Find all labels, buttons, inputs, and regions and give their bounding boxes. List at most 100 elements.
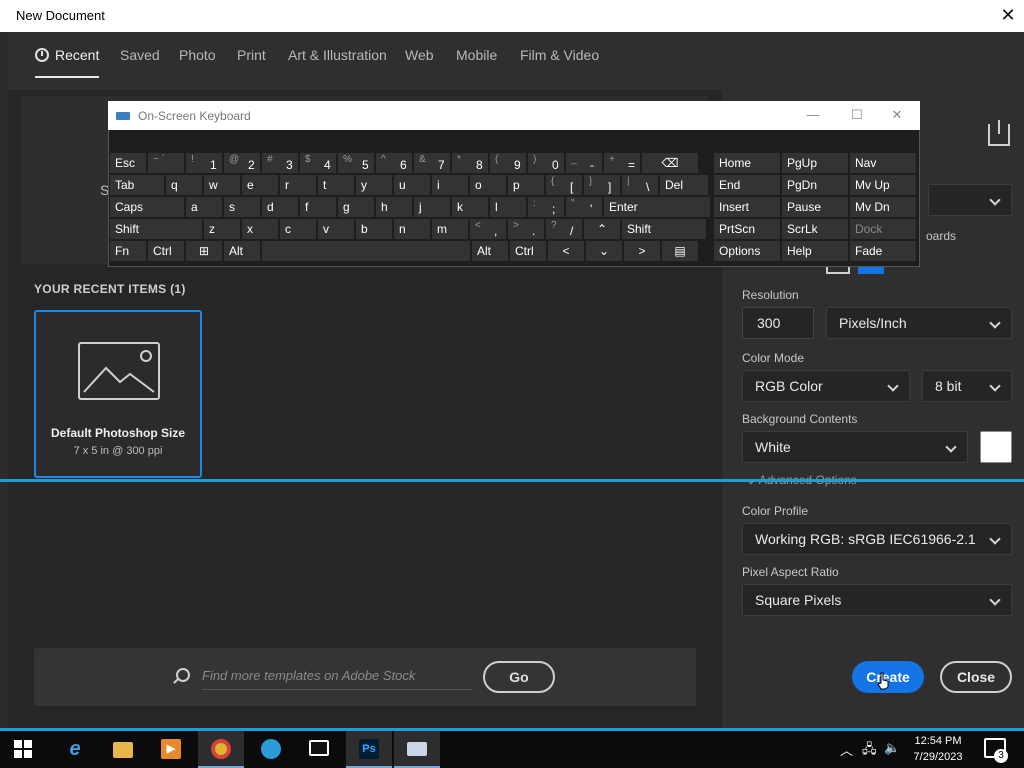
key-insert[interactable]: Insert [714, 197, 780, 217]
key[interactable]: {[ [546, 175, 582, 195]
key-help[interactable]: Help [782, 241, 848, 261]
key-o[interactable]: o [470, 175, 506, 195]
pixel-aspect-dropdown[interactable]: Square Pixels [742, 584, 1012, 616]
key-m[interactable]: m [432, 219, 468, 239]
osk-close-icon[interactable]: ✕ [886, 105, 908, 125]
key-ctrl-left[interactable]: Ctrl [148, 241, 184, 261]
key[interactable]: @2 [224, 153, 260, 173]
key-fn[interactable]: Fn [110, 241, 146, 261]
key-pgup[interactable]: PgUp [782, 153, 848, 173]
tab-photo[interactable]: Photo [179, 46, 216, 70]
key-n[interactable]: n [394, 219, 430, 239]
background-color-swatch[interactable] [980, 431, 1012, 463]
bit-depth-dropdown[interactable]: 8 bit [922, 370, 1012, 402]
tab-print[interactable]: Print [237, 46, 266, 70]
key-shift-right[interactable]: Shift [622, 219, 706, 239]
tab-recent[interactable]: Recent [35, 46, 100, 78]
orientation-dropdown[interactable] [928, 184, 1012, 216]
key-c[interactable]: c [280, 219, 316, 239]
key-arrow-right[interactable]: > [624, 241, 660, 261]
color-profile-dropdown[interactable]: Working RGB: sRGB IEC61966-2.1 [742, 523, 1012, 555]
key-s[interactable]: s [224, 197, 260, 217]
key[interactable]: #3 [262, 153, 298, 173]
taskbar-explorer[interactable] [100, 731, 146, 768]
key[interactable]: * 8 [452, 153, 488, 173]
key-dock[interactable]: Dock [850, 219, 916, 239]
key[interactable]: }] [584, 175, 620, 195]
key-windows[interactable]: ⊞ [186, 241, 222, 261]
key[interactable]: >. [508, 219, 544, 239]
key-j[interactable]: j [414, 197, 450, 217]
background-contents-dropdown[interactable]: White [742, 431, 968, 463]
key-a[interactable]: a [186, 197, 222, 217]
key[interactable]: & 7 [414, 153, 450, 173]
key[interactable]: ? / [546, 219, 582, 239]
key-l[interactable]: l [490, 197, 526, 217]
tab-saved[interactable]: Saved [120, 46, 160, 70]
key[interactable]: " ' [566, 197, 602, 217]
key[interactable]: ! 1 [186, 153, 222, 173]
key-r[interactable]: r [280, 175, 316, 195]
start-button[interactable] [0, 731, 46, 768]
tab-mobile[interactable]: Mobile [456, 46, 497, 70]
tray-chevron-up-icon[interactable]: ︿ [840, 740, 853, 759]
key-options[interactable]: Options [714, 241, 780, 261]
taskbar-network[interactable] [296, 731, 342, 768]
key-prtscn[interactable]: PrtScn [714, 219, 780, 239]
stock-search-input[interactable]: Find more templates on Adobe Stock [202, 664, 472, 690]
key-del[interactable]: Del [660, 175, 708, 195]
window-close-icon[interactable]: ✕ [992, 0, 1024, 32]
color-mode-dropdown[interactable]: RGB Color [742, 370, 910, 402]
key[interactable]: ^ 6 [376, 153, 412, 173]
key-arrow-down[interactable]: ⌄ [586, 241, 622, 261]
tray-network-icon[interactable]: 🖧 [862, 740, 877, 762]
taskbar-media[interactable]: ▶ [148, 731, 194, 768]
key-alt-left[interactable]: Alt [224, 241, 260, 261]
taskbar-clock[interactable]: 12:54 PM 7/29/2023 [908, 733, 968, 765]
resolution-input[interactable]: 300 [742, 307, 814, 339]
key-x[interactable]: x [242, 219, 278, 239]
key-end[interactable]: End [714, 175, 780, 195]
key-esc[interactable]: Esc [110, 153, 146, 173]
key-g[interactable]: g [338, 197, 374, 217]
tab-film-video[interactable]: Film & Video [520, 46, 599, 70]
key[interactable]: (9 [490, 153, 526, 173]
key[interactable]: $4 [300, 153, 336, 173]
key-pgdn[interactable]: PgDn [782, 175, 848, 195]
taskbar-ie[interactable]: e [52, 731, 98, 768]
key-p[interactable]: p [508, 175, 544, 195]
tab-art-illustration[interactable]: Art & Illustration [288, 46, 387, 70]
key[interactable]: | \ [622, 175, 658, 195]
key-mv-dn[interactable]: Mv Dn [850, 197, 916, 217]
key-arrow-left[interactable]: < [548, 241, 584, 261]
key-scrlk[interactable]: ScrLk [782, 219, 848, 239]
key-z[interactable]: z [204, 219, 240, 239]
key-f[interactable]: f [300, 197, 336, 217]
minimize-icon[interactable]: — [802, 105, 824, 125]
key-nav[interactable]: Nav [850, 153, 916, 173]
key-home[interactable]: Home [714, 153, 780, 173]
go-button[interactable]: Go [483, 661, 555, 693]
key-shift-left[interactable]: Shift [110, 219, 202, 239]
key-v[interactable]: v [318, 219, 354, 239]
key-pause[interactable]: Pause [782, 197, 848, 217]
tab-web[interactable]: Web [405, 46, 434, 70]
key-w[interactable]: w [204, 175, 240, 195]
maximize-icon[interactable]: ☐ [846, 105, 868, 125]
taskbar-osk[interactable] [394, 731, 440, 768]
key-y[interactable]: y [356, 175, 392, 195]
save-preset-icon[interactable] [988, 120, 1010, 146]
key[interactable]: <, [470, 219, 506, 239]
key-e[interactable]: e [242, 175, 278, 195]
key-t[interactable]: t [318, 175, 354, 195]
taskbar-edge[interactable] [248, 731, 294, 768]
taskbar-photoshop[interactable]: Ps [346, 731, 392, 768]
key-space[interactable] [262, 241, 470, 261]
resolution-unit-dropdown[interactable]: Pixels/Inch [826, 307, 1012, 339]
key-q[interactable]: q [166, 175, 202, 195]
key[interactable]: ) 0 [528, 153, 564, 173]
key-caps[interactable]: Caps [110, 197, 184, 217]
key[interactable]: _ - [566, 153, 602, 173]
key-backspace[interactable]: ⌫ [642, 153, 698, 173]
recent-item-card[interactable]: Default Photoshop Size 7 x 5 in @ 300 pp… [34, 310, 202, 478]
